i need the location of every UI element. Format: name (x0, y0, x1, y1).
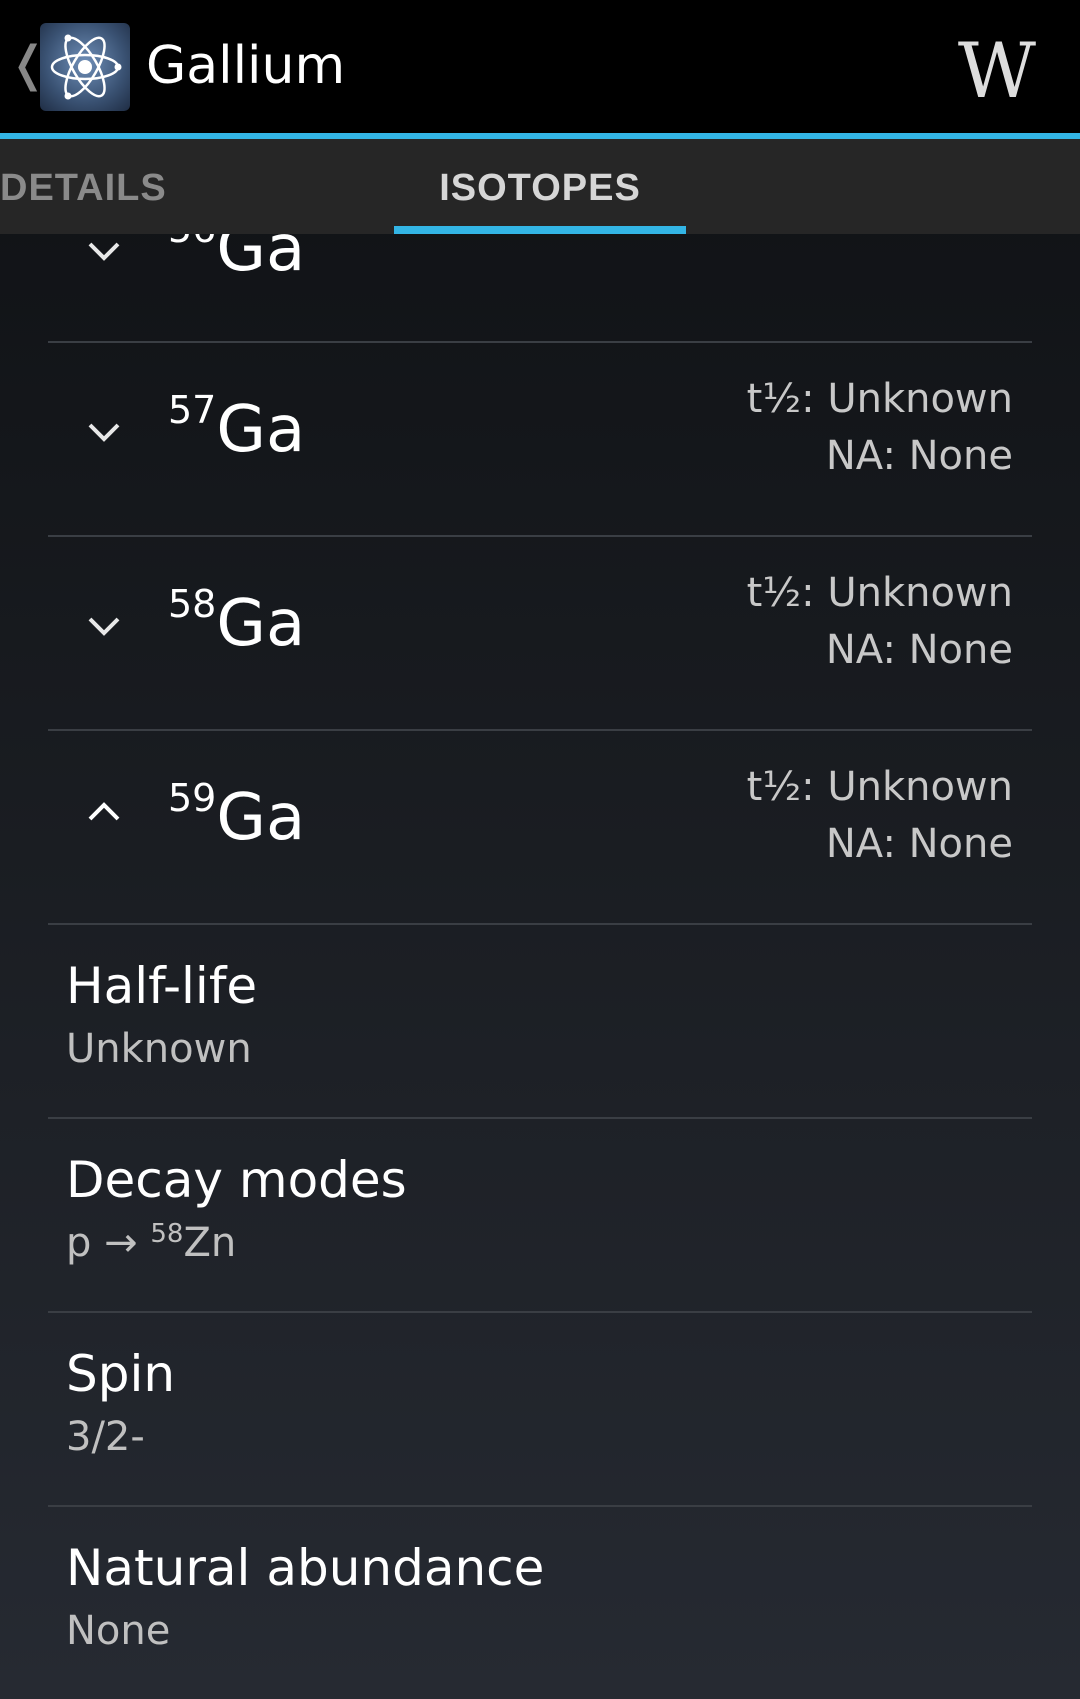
isotope-symbol: 58Ga (168, 582, 306, 661)
tab-selected-indicator (394, 226, 686, 234)
isotope-meta: NA: None (826, 234, 1013, 247)
chevron-down-icon (88, 242, 120, 261)
detail-spin: Spin 3/2- (0, 1313, 1080, 1507)
isotope-half-life: t½: Unknown (746, 764, 1013, 810)
isotope-half-life: t½: Unknown (746, 570, 1013, 616)
isotope-list[interactable]: 56Ga NA: None 57Ga t½: Unknown NA: None … (0, 234, 1080, 1699)
isotope-meta: t½: Unknown NA: None (747, 759, 1013, 873)
isotope-row-56ga[interactable]: 56Ga NA: None (0, 234, 1080, 356)
isotope-symbol: 57Ga (168, 388, 306, 467)
isotope-symbol: 56Ga (168, 234, 306, 286)
isotope-meta: t½: Unknown NA: None (747, 565, 1013, 679)
isotope-row-59ga[interactable]: 59Ga t½: Unknown NA: None (0, 731, 1080, 925)
isotope-natural-abundance: NA: None (826, 234, 1013, 247)
detail-decay-modes: Decay modes p → 58Zn (0, 1119, 1080, 1313)
chevron-up-icon (88, 802, 120, 821)
isotope-row-58ga[interactable]: 58Ga t½: Unknown NA: None (0, 537, 1080, 731)
chevron-down-icon (88, 423, 120, 442)
isotope-natural-abundance: NA: None (825, 821, 1013, 867)
detail-half-life: Half-life Unknown (0, 925, 1080, 1119)
wikipedia-icon[interactable]: W (958, 26, 1036, 115)
detail-value: Unknown (66, 1026, 252, 1072)
chevron-down-icon (88, 617, 120, 636)
action-bar: ❬ Gallium W (0, 0, 1080, 133)
detail-value: p → 58Zn (66, 1219, 237, 1266)
atom-icon[interactable] (40, 23, 130, 111)
detail-label: Half-life (66, 957, 258, 1015)
tab-details[interactable]: DETAILS (0, 167, 167, 210)
isotope-symbol: 59Ga (168, 776, 306, 855)
tab-bar: DETAILS ISOTOPES (0, 139, 1080, 234)
detail-label: Natural abundance (66, 1539, 545, 1597)
detail-label: Spin (66, 1345, 176, 1403)
isotope-natural-abundance: NA: None (825, 627, 1013, 673)
detail-value: None (66, 1608, 171, 1654)
isotope-half-life: t½: Unknown (746, 376, 1013, 422)
isotope-meta: t½: Unknown NA: None (747, 371, 1013, 485)
isotope-natural-abundance: NA: None (825, 433, 1013, 479)
detail-label: Decay modes (66, 1151, 407, 1209)
page-title: Gallium (146, 36, 346, 96)
tab-isotopes[interactable]: ISOTOPES (394, 167, 686, 210)
isotope-row-57ga[interactable]: 57Ga t½: Unknown NA: None (0, 343, 1080, 537)
detail-natural-abundance: Natural abundance None (0, 1507, 1080, 1699)
detail-value: 3/2- (66, 1414, 145, 1460)
